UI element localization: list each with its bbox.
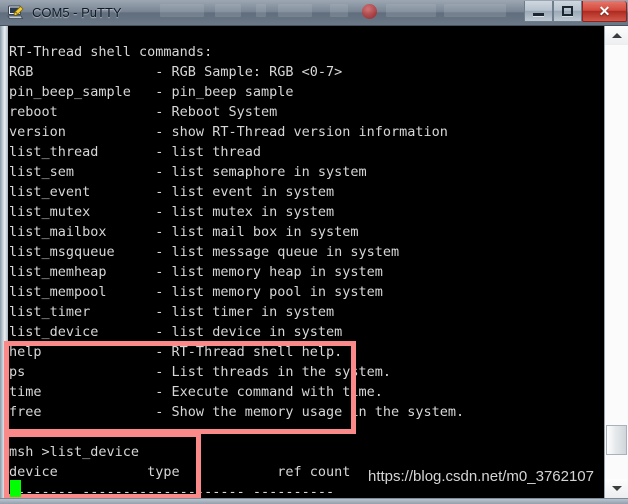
minimize-icon [533, 12, 544, 16]
maximize-icon [562, 6, 573, 16]
minimize-button[interactable] [524, 1, 553, 22]
chevron-down-icon [611, 486, 622, 491]
terminal-scrollbar[interactable] [604, 26, 628, 498]
background-window-ghost [330, 4, 348, 17]
chevron-up-icon [611, 33, 622, 38]
terminal-cursor [10, 480, 21, 497]
window-left-bevel [0, 26, 8, 498]
putty-icon [7, 4, 24, 21]
scrollbar-up-button[interactable] [605, 26, 628, 45]
window-bottom-frame [0, 498, 628, 504]
window-controls: ✕ [524, 0, 628, 23]
close-button[interactable]: ✕ [582, 1, 627, 22]
maximize-button[interactable] [553, 1, 582, 22]
background-window-ghost [215, 4, 241, 17]
background-window-ghost [386, 4, 436, 17]
background-window-ghost [256, 4, 266, 17]
scrollbar-down-button[interactable] [605, 479, 628, 498]
background-window-ghost [444, 4, 506, 17]
putty-window: COM5 - PuTTY ✕ RT-Thread shell commands:… [0, 0, 628, 504]
scrollbar-track[interactable] [605, 45, 628, 479]
terminal-output: RT-Thread shell commands: RGB - RGB Samp… [9, 43, 465, 499]
watermark-text: https://blog.csdn.net/m0_3762107 [368, 468, 594, 485]
close-icon: ✕ [598, 3, 611, 19]
window-titlebar[interactable]: COM5 - PuTTY ✕ [0, 0, 628, 26]
terminal-screen[interactable]: RT-Thread shell commands: RGB - RGB Samp… [0, 26, 628, 498]
background-window-ghost [160, 4, 204, 17]
background-window-ghost [278, 4, 312, 17]
window-title: COM5 - PuTTY [32, 5, 122, 20]
scrollbar-thumb[interactable] [606, 425, 627, 455]
background-app-icon-ghost [362, 4, 377, 19]
